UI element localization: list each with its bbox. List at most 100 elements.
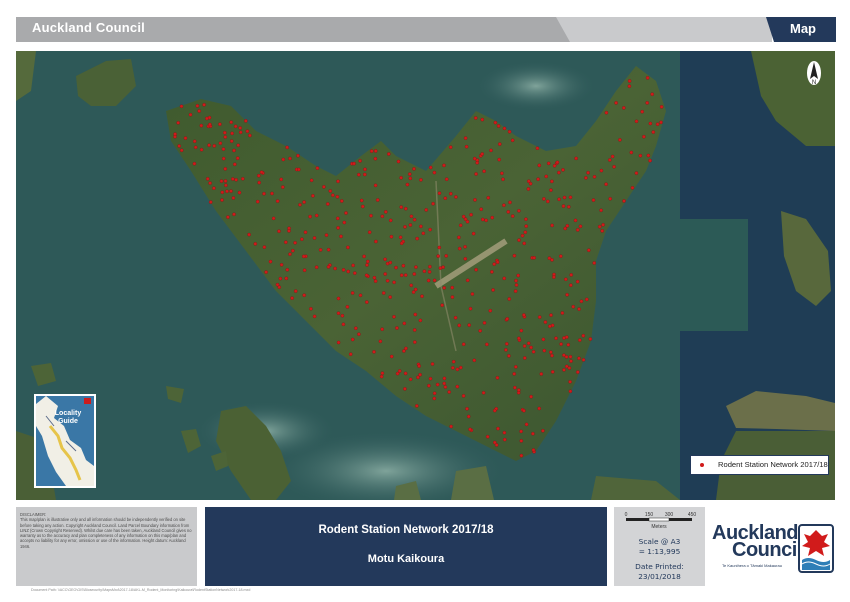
rodent-station-marker <box>208 181 212 185</box>
rodent-station-marker <box>588 337 593 341</box>
rodent-station-marker <box>379 374 384 379</box>
rodent-station-marker <box>404 346 408 351</box>
rodent-station-marker <box>537 315 542 319</box>
rodent-station-marker <box>207 143 211 147</box>
rodent-station-marker <box>564 355 569 359</box>
rodent-station-marker <box>651 130 656 134</box>
rodent-station-marker <box>220 190 225 195</box>
rodent-station-marker <box>369 149 374 153</box>
rodent-station-marker <box>501 177 505 182</box>
rodent-station-marker <box>388 218 393 223</box>
rodent-station-marker <box>205 177 210 181</box>
rodent-station-marker <box>432 391 437 396</box>
scale-unit: Meters <box>651 524 667 530</box>
rodent-station-marker <box>403 273 408 277</box>
rodent-station-marker <box>543 320 548 324</box>
rodent-station-marker <box>336 226 340 230</box>
rodent-station-marker <box>238 130 243 135</box>
rodent-station-marker <box>399 205 403 209</box>
rodent-station-marker <box>554 336 558 340</box>
rodent-station-marker <box>275 199 280 203</box>
rodent-station-marker <box>388 295 392 299</box>
rodent-station-marker <box>193 145 198 150</box>
rodent-station-marker <box>432 396 437 401</box>
rodent-station-marker <box>514 278 518 283</box>
rodent-station-marker <box>526 341 531 346</box>
rodent-station-marker <box>234 178 238 182</box>
rodent-station-marker <box>281 185 285 189</box>
rodent-station-marker <box>526 187 531 191</box>
rodent-station-marker <box>565 293 569 297</box>
rodent-station-marker <box>312 314 317 319</box>
rodent-station-marker <box>498 142 502 146</box>
rodent-station-marker <box>177 144 181 148</box>
rodent-station-marker <box>363 167 367 172</box>
rodent-station-marker <box>412 272 417 276</box>
rodent-station-marker <box>428 376 433 381</box>
rodent-station-marker <box>412 217 417 222</box>
map-view[interactable]: N <box>16 51 835 500</box>
rodent-station-marker <box>367 230 372 234</box>
rodent-station-marker <box>383 257 387 262</box>
rodent-station-marker <box>507 297 512 301</box>
rodent-station-marker <box>496 124 501 128</box>
rodent-station-marker <box>493 408 497 413</box>
rodent-station-marker <box>581 333 586 338</box>
rodent-station-marker <box>373 279 378 283</box>
rodent-station-marker <box>262 191 266 196</box>
rodent-station-marker <box>622 106 626 110</box>
rodent-station-marker <box>443 196 448 200</box>
rodent-station-marker <box>471 231 476 236</box>
rodent-station-marker <box>430 362 435 366</box>
rodent-station-marker <box>576 370 580 374</box>
scale-label: Scale @ A3 <box>638 537 681 546</box>
rodent-station-marker <box>531 350 536 354</box>
rodent-station-marker <box>575 228 580 232</box>
rodent-station-marker <box>568 380 572 384</box>
locality-guide-label: Locality Guide <box>48 410 88 426</box>
org-title: Auckland Council <box>32 20 145 35</box>
rodent-station-marker <box>270 191 274 196</box>
rodent-station-marker <box>472 358 477 363</box>
rodent-station-marker <box>472 156 477 161</box>
rodent-station-marker <box>447 390 451 394</box>
rodent-station-marker <box>500 171 504 176</box>
rodent-station-marker <box>474 172 478 176</box>
rodent-station-marker <box>346 245 350 250</box>
rodent-station-marker <box>212 186 216 190</box>
rodent-station-marker <box>630 186 635 190</box>
rodent-station-marker <box>552 275 556 279</box>
rodent-station-marker <box>549 188 553 192</box>
rodent-station-marker <box>454 195 458 199</box>
rodent-station-marker <box>278 276 283 281</box>
rodent-station-marker <box>416 375 420 380</box>
rodent-station-marker <box>503 437 507 442</box>
rodent-station-marker <box>542 197 546 201</box>
rodent-station-marker <box>608 158 612 162</box>
rodent-station-marker <box>432 170 437 175</box>
rodent-station-marker <box>455 367 460 372</box>
rodent-station-marker <box>244 119 248 123</box>
rodent-station-marker <box>467 323 471 327</box>
locality-guide-inset: Locality Guide <box>34 394 96 488</box>
rodent-station-marker <box>541 337 546 342</box>
rodent-station-marker <box>281 157 286 162</box>
rodent-station-marker <box>245 129 250 133</box>
rodent-station-marker <box>233 124 238 129</box>
rodent-station-marker <box>529 345 533 350</box>
rodent-station-marker <box>326 265 331 269</box>
rodent-station-marker <box>257 180 261 185</box>
rodent-station-marker <box>221 147 226 151</box>
rodent-station-marker <box>508 200 512 205</box>
rodent-station-marker <box>465 407 469 411</box>
date-label: Date Printed: <box>635 562 684 571</box>
title-panel: Rodent Station Network 2017/18 Motu Kaik… <box>205 507 607 586</box>
rodent-station-marker <box>284 276 289 281</box>
rodent-station-marker <box>336 216 340 221</box>
auckland-council-logo: Auckland Council Te Kaunihera o Tāmaki M… <box>710 522 836 578</box>
rodent-station-marker <box>450 295 455 299</box>
rodent-station-marker <box>502 126 507 131</box>
rodent-station-marker <box>455 384 460 389</box>
rodent-station-marker <box>507 129 512 134</box>
rodent-station-marker <box>517 209 521 213</box>
